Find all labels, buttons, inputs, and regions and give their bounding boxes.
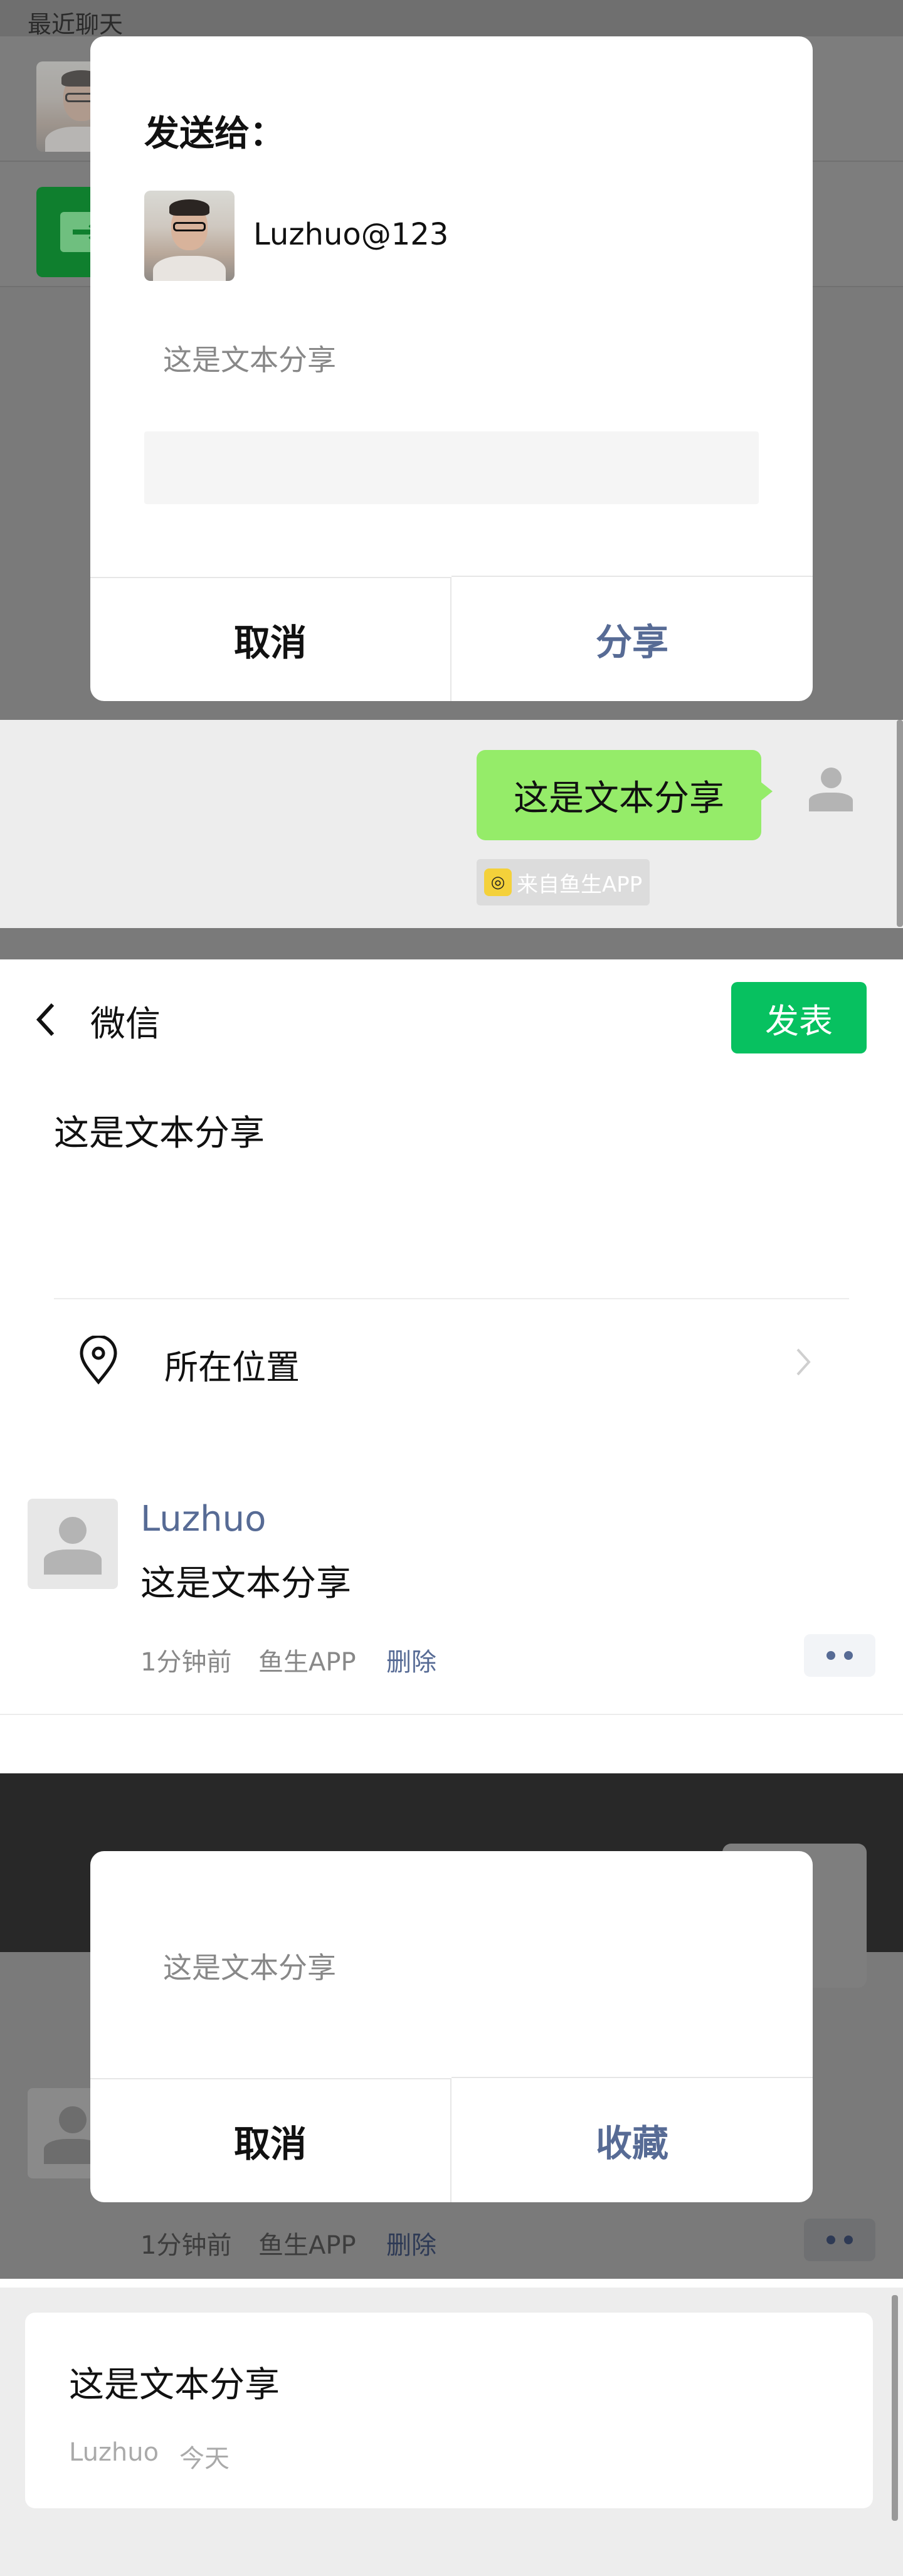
favorite-preview-text: 这是文本分享 bbox=[163, 1951, 336, 1985]
favorite-date: 今天 bbox=[179, 2444, 230, 2473]
divider bbox=[0, 1714, 903, 1715]
delete-link: 删除 bbox=[386, 2231, 436, 2260]
share-screen: 最近聊天 发送给： Luzhuo@123 这是文本分享 取消 分享 bbox=[0, 0, 903, 720]
back-chevron-icon[interactable] bbox=[28, 995, 65, 1045]
location-row[interactable]: 所在位置 bbox=[54, 1298, 849, 1423]
more-actions-button bbox=[804, 2219, 875, 2261]
favorite-dialog: 这是文本分享 取消 收藏 bbox=[90, 1851, 813, 2202]
default-avatar-icon[interactable] bbox=[796, 754, 865, 823]
delete-link[interactable]: 删除 bbox=[386, 1642, 436, 1678]
source-tag[interactable]: ◎ 来自鱼生APP bbox=[477, 859, 650, 905]
post-time: 1分钟前 bbox=[140, 1648, 232, 1677]
scrollbar[interactable] bbox=[892, 2295, 898, 2521]
chevron-right-icon bbox=[791, 1343, 816, 1381]
favorite-author: Luzhuo bbox=[69, 2438, 159, 2467]
post-source: 鱼生APP bbox=[258, 2231, 356, 2260]
share-button[interactable]: 分享 bbox=[452, 576, 813, 701]
recipient-avatar bbox=[144, 191, 235, 281]
location-pin-icon bbox=[77, 1334, 120, 1386]
favorite-screen: 1分钟前 鱼生APP 删除 这是文本分享 取消 收藏 bbox=[0, 1773, 903, 2279]
favorite-text: 这是文本分享 bbox=[69, 2365, 280, 2405]
recent-chats-header: 最近聊天 bbox=[0, 0, 903, 38]
back-label[interactable]: 微信 bbox=[90, 996, 161, 1047]
post-text: 这是文本分享 bbox=[140, 1563, 351, 1604]
message-bubble[interactable]: 这是文本分享 bbox=[477, 750, 773, 840]
cancel-button[interactable]: 取消 bbox=[90, 577, 452, 701]
app-logo-icon: ◎ bbox=[484, 868, 512, 896]
location-label: 所在位置 bbox=[164, 1348, 300, 1387]
favorite-card[interactable]: 这是文本分享 Luzhuo 今天 bbox=[25, 2313, 873, 2508]
post-time: 1分钟前 bbox=[140, 2231, 232, 2260]
share-preview-text: 这是文本分享 bbox=[163, 343, 336, 377]
divider-band bbox=[0, 928, 903, 959]
chat-screen: 这是文本分享 ◎ 来自鱼生APP bbox=[0, 720, 903, 958]
post-author[interactable]: Luzhuo bbox=[140, 1499, 266, 1539]
share-dialog: 发送给： Luzhuo@123 这是文本分享 取消 分享 bbox=[90, 36, 813, 701]
scrollbar[interactable] bbox=[897, 720, 903, 927]
post-source[interactable]: 鱼生APP bbox=[258, 1642, 356, 1678]
message-input[interactable] bbox=[144, 431, 759, 504]
more-actions-button[interactable] bbox=[804, 1634, 875, 1677]
source-label: 来自鱼生APP bbox=[517, 872, 643, 897]
favorite-button[interactable]: 收藏 bbox=[452, 2077, 813, 2202]
default-avatar-icon[interactable] bbox=[28, 1499, 118, 1589]
dialog-title: 发送给： bbox=[144, 113, 285, 154]
publish-button[interactable]: 发表 bbox=[731, 982, 867, 1053]
compose-text[interactable]: 这是文本分享 bbox=[54, 1105, 265, 1156]
moments-screen: 微信 发表 这是文本分享 所在位置 Luzhuo 这是文本分享 1分钟前 鱼生A… bbox=[0, 959, 903, 1687]
favorites-screen: 这是文本分享 Luzhuo 今天 bbox=[0, 2288, 903, 2576]
recipient-name: Luzhuo@123 bbox=[253, 217, 449, 252]
cancel-button[interactable]: 取消 bbox=[90, 2078, 452, 2202]
recent-chats-label: 最近聊天 bbox=[28, 11, 124, 38]
